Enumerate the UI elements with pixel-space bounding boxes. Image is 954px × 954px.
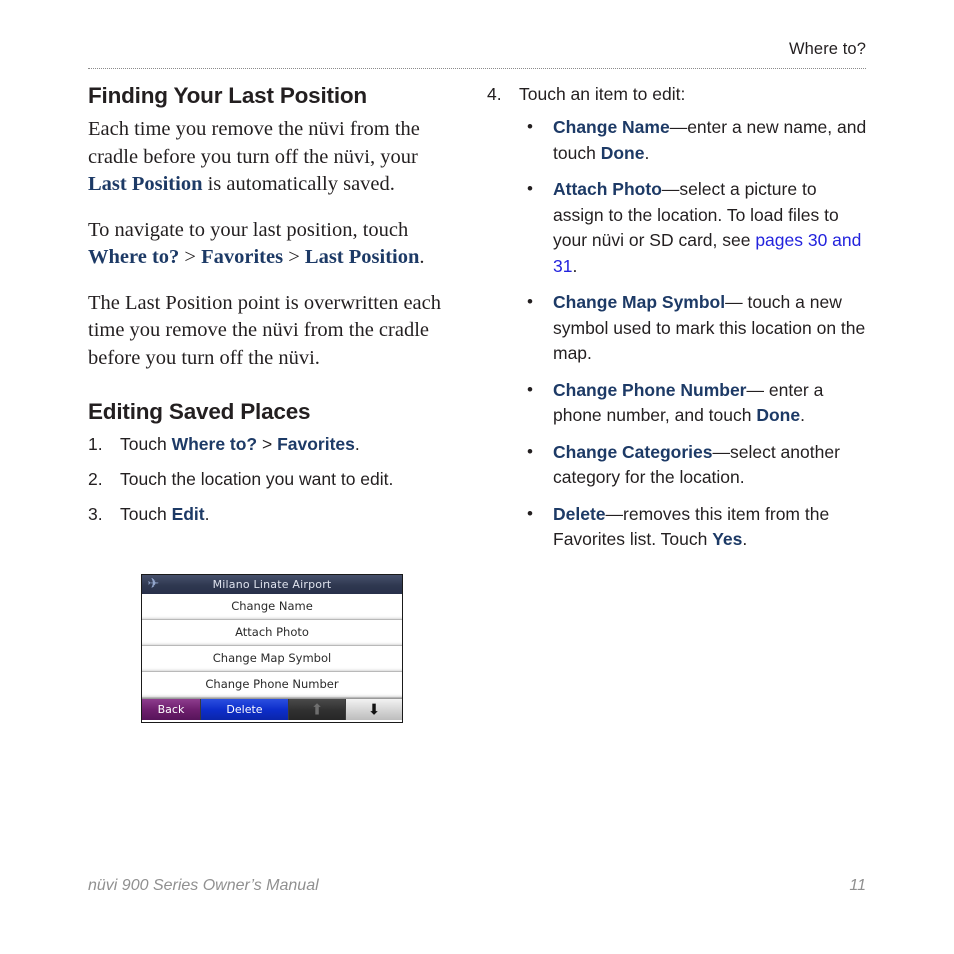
device-menu-item-change-phone-number[interactable]: Change Phone Number xyxy=(142,672,402,698)
option-term: Change Map Symbol xyxy=(553,292,726,312)
text-fragment: Touch an item to edit: xyxy=(519,84,686,104)
text-fragment: . xyxy=(644,142,650,163)
nav-term: Last Position xyxy=(88,173,203,195)
nav-term: Yes xyxy=(712,529,743,549)
nav-term: Where to? xyxy=(88,246,180,268)
list-item: • Delete—removes this item from the Favor… xyxy=(519,502,867,553)
bullet-icon: • xyxy=(527,379,533,399)
list-item: • Change Name—enter a new name, and touch… xyxy=(519,115,867,166)
text-fragment: Touch the location you want to edit. xyxy=(120,469,394,489)
device-menu-item-change-map-symbol[interactable]: Change Map Symbol xyxy=(142,646,402,672)
bullet-icon: • xyxy=(527,292,533,311)
device-back-button[interactable]: Back xyxy=(142,699,201,720)
bullet-icon: • xyxy=(527,179,533,198)
device-delete-button[interactable]: Delete xyxy=(201,699,289,720)
text-fragment: Each time you remove the nüvi from the c… xyxy=(88,118,420,168)
device-scroll-up-button[interactable]: ⬆ xyxy=(289,699,346,720)
list-item: 1. Touch Where to? > Favorites. xyxy=(88,432,460,456)
steps-list-edit-item: 4. Touch an item to edit: • Change Name—en… xyxy=(487,82,867,553)
option-term: Attach Photo xyxy=(553,179,662,199)
text-fragment: . xyxy=(800,405,805,425)
bullet-list-edit-options: • Change Name—enter a new name, and touch… xyxy=(519,115,867,553)
device-scroll-down-button[interactable]: ⬇ xyxy=(346,699,402,720)
bullet-icon: • xyxy=(527,441,533,461)
list-item: • Change Phone Number— enter a phone numb… xyxy=(519,378,867,429)
nav-separator: > xyxy=(179,246,202,268)
list-item: 4. Touch an item to edit: • Change Name—en… xyxy=(487,82,867,553)
device-button-bar: Back Delete ⬆ ⬇ xyxy=(142,698,402,720)
header-divider xyxy=(88,68,866,70)
steps-list-editing: 1. Touch Where to? > Favorites. 2. Touch t… xyxy=(88,432,460,526)
device-menu-item-attach-photo[interactable]: Attach Photo xyxy=(142,620,402,646)
step-number: 2. xyxy=(88,469,103,489)
header-chapter-title: Where to? xyxy=(788,40,866,58)
bullet-icon: • xyxy=(527,503,533,523)
left-column: Finding Your Last Position Each time you… xyxy=(88,82,460,537)
nav-term: Done xyxy=(756,405,801,425)
list-item: 2. Touch the location you want to edit. xyxy=(88,467,460,491)
text-fragment: . xyxy=(204,504,210,524)
list-item: • Change Map Symbol— touch a new symbol u… xyxy=(519,290,867,367)
nav-separator: > xyxy=(283,246,305,268)
list-item: • Attach Photo—select a picture to assign… xyxy=(519,177,867,279)
section-heading-editing-saved-places: Editing Saved Places xyxy=(88,399,311,424)
airplane-icon: ✈ xyxy=(147,576,160,592)
nav-term: Edit xyxy=(171,504,205,524)
option-term: Delete xyxy=(553,503,606,524)
step-number: 1. xyxy=(88,434,103,454)
text-fragment: is automatically saved. xyxy=(202,173,395,195)
footer-manual-title: nüvi 900 Series Owner’s Manual xyxy=(88,877,319,894)
bullet-icon: • xyxy=(527,117,533,136)
nav-term: Last Position xyxy=(304,246,420,268)
text-fragment: Touch xyxy=(120,504,172,524)
nav-term: Favorites xyxy=(277,434,355,454)
device-screenshot-figure: ✈ Milano Linate Airport Change Name Atta… xyxy=(141,574,403,723)
list-item: 3. Touch Edit. xyxy=(88,502,460,526)
footer-page-number: 11 xyxy=(849,877,866,894)
nav-separator: > xyxy=(257,434,278,454)
text-fragment: . xyxy=(572,255,578,276)
step-number: 4. xyxy=(487,84,502,104)
page-footer: nüvi 900 Series Owner’s Manual 11 xyxy=(88,877,866,895)
text-fragment: . xyxy=(354,434,360,454)
paragraph-navigate-last-position: To navigate to your last position, touch… xyxy=(88,217,460,272)
text-fragment: To navigate to your last position, touch xyxy=(88,218,409,241)
text-fragment: . xyxy=(742,529,748,549)
device-title-bar: ✈ Milano Linate Airport xyxy=(142,575,402,594)
device-menu-item-change-name[interactable]: Change Name xyxy=(142,594,402,620)
paragraph-overwrite-note: The Last Position point is overwritten e… xyxy=(88,291,441,369)
device-title-text: Milano Linate Airport xyxy=(212,578,332,591)
option-term: Change Phone Number xyxy=(553,379,747,400)
nav-term: Done xyxy=(600,142,645,163)
page-title: Finding Your Last Position xyxy=(88,83,367,108)
right-column: 4. Touch an item to edit: • Change Name—en… xyxy=(487,82,867,564)
list-item: • Change Categories—select another catego… xyxy=(519,440,867,491)
manual-page: Where to? Finding Your Last Position Eac… xyxy=(0,0,954,954)
arrow-down-icon: ⬇ xyxy=(367,700,381,718)
option-term: Change Categories xyxy=(553,441,713,462)
option-term: Change Name xyxy=(553,117,670,137)
arrow-up-icon: ⬆ xyxy=(310,700,324,718)
paragraph-last-position-intro: Each time you remove the nüvi from the c… xyxy=(88,116,460,199)
step-number: 3. xyxy=(88,504,103,524)
running-header: Where to? xyxy=(88,40,866,59)
nav-term: Favorites xyxy=(201,246,284,268)
text-fragment: . xyxy=(419,246,425,268)
text-fragment: Touch xyxy=(120,434,172,454)
nav-term: Where to? xyxy=(171,434,258,454)
